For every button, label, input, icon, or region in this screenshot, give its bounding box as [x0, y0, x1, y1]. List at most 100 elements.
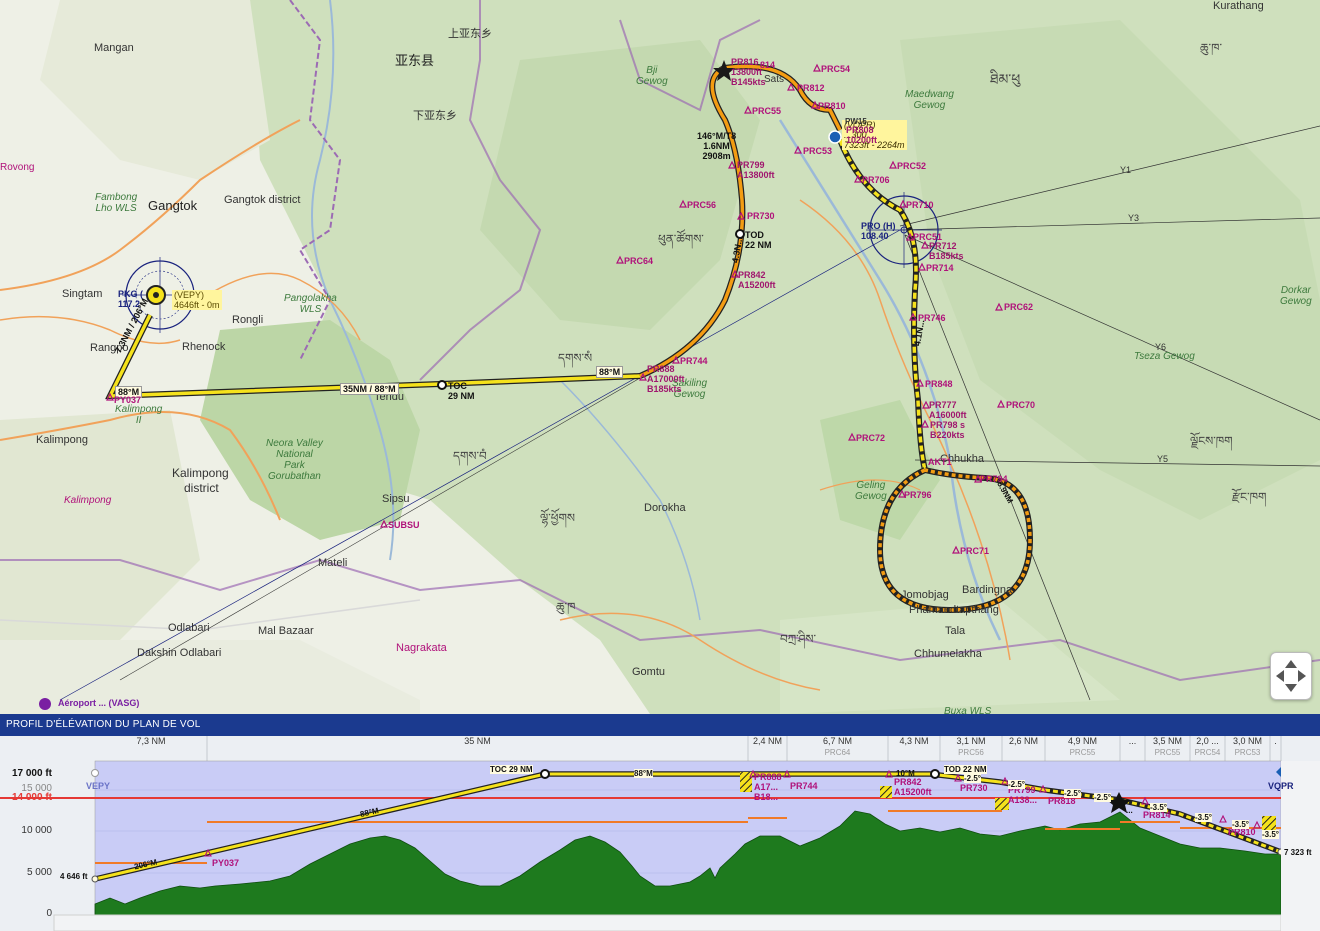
- leg-bearing-3: 88°M: [596, 366, 624, 378]
- waypoint-pw15[interactable]: PW15: [845, 117, 867, 126]
- waypoint-pr810[interactable]: PR810: [818, 101, 846, 111]
- navaid-pro: PRO (H) 108.40: [861, 221, 896, 241]
- place-kalimpong: Kalimpong: [36, 434, 88, 446]
- waypoint-pr799[interactable]: PR799 A13800ft: [737, 160, 775, 180]
- profile-canvas: [0, 736, 1320, 931]
- waypoint-subsu[interactable]: SUBSU: [388, 520, 420, 530]
- place-dz7: ཆུ་ཁ: [556, 600, 576, 614]
- profile-pr730[interactable]: PR730: [960, 783, 988, 793]
- waypoint-prc71[interactable]: PRC71: [960, 546, 989, 556]
- place-tseza: Tseza Gewog: [1134, 351, 1195, 362]
- profile-pr842[interactable]: PR842 A15200ft: [894, 777, 932, 797]
- waypoint-pr777[interactable]: PR777 A16000ft: [929, 400, 967, 420]
- place-gangtok-district-1: Gangtok district: [224, 194, 301, 206]
- waypoint-prc54[interactable]: PRC54: [821, 64, 850, 74]
- toc-marker: [437, 380, 447, 390]
- profile-pr888[interactable]: PR888 A17... B18...: [754, 772, 782, 802]
- waypoint-prc51[interactable]: PRC51: [913, 232, 942, 242]
- place-dakshin-odlabari: Dakshin Odlabari: [137, 647, 222, 659]
- elevation-profile-panel[interactable]: 7,3 NM 35 NM 2,4 NM 6,7 NM PRC64 4,3 NM 3,1 NM…: [0, 736, 1320, 931]
- waypoint-pr812[interactable]: PR812: [797, 83, 825, 93]
- waypoint-pr744[interactable]: PR744: [680, 356, 708, 366]
- profile-py037[interactable]: PY037: [212, 858, 239, 868]
- place-dz8: བཀྲ་ཤིས་: [780, 632, 817, 646]
- place-yadong: 亚东县: [395, 53, 435, 68]
- place-dorkar: Dorkar Gewog: [1280, 285, 1312, 307]
- waypoint-pr710[interactable]: PR710: [906, 200, 934, 210]
- map-view[interactable]: Mangan 亚东县 上亚东乡 下亚东乡 Rovong Gangtok Gang…: [0, 0, 1320, 714]
- profile-arr[interactable]: VQPR: [1268, 781, 1294, 791]
- waypoint-pr808[interactable]: PR808 10200ft: [846, 125, 877, 145]
- map-pan-control[interactable]: [1270, 652, 1312, 700]
- place-dz3: དགས་བཾ: [453, 449, 487, 463]
- profile-slope-6: -3.5°: [1195, 813, 1212, 822]
- place-odlabari: Odlabari: [168, 622, 210, 634]
- profile-slope-1: -2.5°: [964, 774, 981, 783]
- waypoint-prc52[interactable]: PRC52: [897, 161, 926, 171]
- waypoint-pr706[interactable]: PR706: [862, 175, 890, 185]
- profile-slope-5: -3.5°: [1150, 803, 1167, 812]
- park-pangolakha: Pangolakha WLS: [284, 293, 337, 315]
- place-maedwang: Maedwang Gewog: [905, 89, 954, 111]
- waypoint-pr842[interactable]: PR842 A15200ft: [738, 270, 776, 290]
- profile-slope-3: -2.5°: [1064, 789, 1081, 798]
- vasg-airport-icon: [39, 698, 51, 710]
- waypoint-prc55[interactable]: PRC55: [752, 106, 781, 116]
- place-dz4: ཕུན་ཚོགས་: [658, 232, 704, 246]
- y-axis-17000: 17 000 ft: [11, 768, 52, 779]
- waypoint-pr814[interactable]: 814: [760, 60, 775, 70]
- airport-vasg-label[interactable]: Aéroport ... (VASG): [58, 698, 139, 708]
- airport-vepy-label[interactable]: (VEPY) 4646ft - 0m: [172, 290, 222, 310]
- place-bardingna: Bardingna: [962, 584, 1013, 596]
- waypoint-prc53[interactable]: PRC53: [803, 146, 832, 156]
- waypoint-prc72[interactable]: PRC72: [856, 433, 885, 443]
- waypoint-pr794[interactable]: PR794: [980, 474, 1008, 484]
- profile-toc: TOC 29 NM: [490, 765, 533, 774]
- waypoint-pr798[interactable]: PR798 s B220kts: [930, 420, 965, 440]
- place-dz9: ལྷོ་ཕྱོགས: [540, 511, 575, 525]
- profile-header: PROFIL D'ÉLÉVATION DU PLAN DE VOL: [0, 714, 1320, 736]
- place-shangyadong: 上亚东乡: [448, 28, 492, 40]
- place-chhumelakha: Chhumelakha: [914, 648, 982, 660]
- waypoint-pr746[interactable]: PR746: [918, 313, 946, 323]
- profile-dep[interactable]: VEPY: [86, 781, 110, 791]
- place-rongli: Rongli: [232, 314, 264, 326]
- waypoint-pr848[interactable]: PR848: [925, 379, 953, 389]
- place-dz1: ཆུ་ཁ་: [1200, 41, 1222, 55]
- park-kalimpong-ii: Kalimpong II: [115, 404, 163, 426]
- waypoint-prc56[interactable]: PRC56: [687, 200, 716, 210]
- profile-brg-cruise: 88°M: [634, 769, 653, 778]
- waypoint-akt1[interactable]: AKT1: [928, 457, 952, 467]
- place-jomobjag: Jomobjag: [901, 589, 949, 601]
- y-axis-0: 0: [46, 908, 52, 919]
- tod-label: TOD 22 NM: [745, 230, 772, 250]
- waypoint-pr796[interactable]: PR796: [904, 490, 932, 500]
- place-phamaedtapthang: Phamaedtapthang: [909, 604, 999, 616]
- place-mal-bazaar: Mal Bazaar: [258, 625, 314, 637]
- waypoint-py037[interactable]: PY037: [114, 395, 141, 405]
- y-axis-5000: 5 000: [26, 867, 52, 878]
- leg-label-5: 146°M/T8 1.6NM 2908m: [697, 131, 737, 161]
- profile-tod: TOD 22 NM: [944, 765, 987, 774]
- profile-slope-8: -3.5°: [1262, 830, 1279, 839]
- waypoint-prc64[interactable]: PRC64: [624, 256, 653, 266]
- toc-label: TOC 29 NM: [448, 381, 475, 401]
- place-mangan: Mangan: [94, 42, 134, 54]
- profile-dots: ...: [1126, 806, 1133, 815]
- profile-dep-elev: 4 646 ft: [60, 872, 88, 881]
- place-dz5: ལྗོངས་ཁག: [1190, 434, 1233, 448]
- airway-y6: Y6: [1155, 342, 1167, 352]
- profile-slope-2: -2.5°: [1008, 780, 1025, 789]
- waypoint-prc70[interactable]: PRC70: [1006, 400, 1035, 410]
- leg-label-2: 35NM / 88°M: [340, 383, 399, 395]
- place-gomtu: Gomtu: [632, 666, 666, 678]
- airway-y5: Y5: [1157, 454, 1169, 464]
- waypoint-pr888[interactable]: PR888 A17000ft B185kts: [647, 364, 685, 394]
- airway-y1: Y1: [1120, 165, 1132, 175]
- waypoint-pr714[interactable]: PR714: [926, 263, 954, 273]
- profile-pr744[interactable]: PR744: [790, 781, 818, 791]
- waypoint-pr712[interactable]: PR712 B185kts: [929, 241, 964, 261]
- airway-y3: Y3: [1128, 213, 1140, 223]
- waypoint-prc62[interactable]: PRC62: [1004, 302, 1033, 312]
- waypoint-pr730[interactable]: PR730: [747, 211, 775, 221]
